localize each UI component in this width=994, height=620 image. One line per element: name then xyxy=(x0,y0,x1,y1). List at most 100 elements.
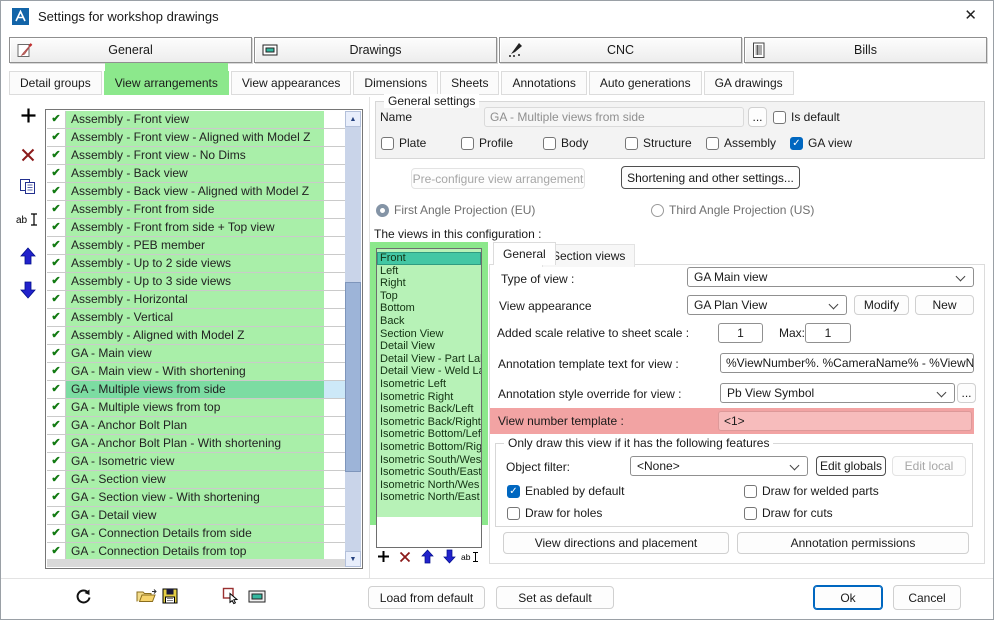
arrangement-list-item[interactable]: ✔ Assembly - Front from side xyxy=(47,201,345,219)
scroll-up-icon[interactable]: ▲ xyxy=(345,111,361,127)
checked-cell[interactable]: ✔ xyxy=(47,255,66,272)
view-item[interactable]: Isometric North/Wes xyxy=(377,479,481,492)
arrangement-list-item[interactable]: ✔ GA - Section view xyxy=(47,471,345,489)
checked-cell[interactable]: ✔ xyxy=(47,345,66,362)
checked-cell[interactable]: ✔ xyxy=(47,201,66,218)
arrangement-list-item[interactable]: ✔ GA - Connection Details from side xyxy=(47,525,345,543)
view-item[interactable]: Section View xyxy=(377,328,481,341)
arrangement-list-item[interactable]: ✔ GA - Multiple views from side xyxy=(47,381,345,399)
name-browse-button[interactable]: ... xyxy=(748,107,767,127)
radio-button[interactable] xyxy=(651,204,664,217)
view-number-template-input[interactable]: <1> xyxy=(718,411,972,431)
draw-for-holes-checkbox[interactable]: Draw for holes xyxy=(507,506,602,520)
checked-cell[interactable]: ✔ xyxy=(47,237,66,254)
modify-button[interactable]: Modify xyxy=(854,295,909,315)
annotation-permissions-button[interactable]: Annotation permissions xyxy=(737,532,969,554)
annotation-style-browse-button[interactable]: ... xyxy=(957,383,976,403)
enabled-by-default-checkbox[interactable]: Enabled by default xyxy=(507,484,624,498)
body-checkbox[interactable]: Body xyxy=(543,136,588,150)
checked-cell[interactable]: ✔ xyxy=(47,327,66,344)
sub-tab[interactable]: Dimensions xyxy=(353,71,438,95)
sub-tab[interactable]: Auto generations xyxy=(589,71,702,95)
checked-cell[interactable]: ✔ xyxy=(47,147,66,164)
view-delete-icon[interactable] xyxy=(399,551,411,563)
arrangement-list-item[interactable]: ✔ Assembly - Front view xyxy=(47,111,345,129)
type-of-view-select[interactable]: GA Main view xyxy=(687,267,974,287)
object-filter-select[interactable]: <None> xyxy=(630,456,808,476)
view-item[interactable]: Right xyxy=(377,277,481,290)
checkbox-box[interactable] xyxy=(744,507,757,520)
tab-bills[interactable]: Bills xyxy=(744,37,987,63)
tab-drawings[interactable]: Drawings xyxy=(254,37,497,63)
arrangement-list-item[interactable]: ✔ Assembly - Front view - No Dims xyxy=(47,147,345,165)
tab-cnc[interactable]: CNC xyxy=(499,37,742,63)
checkbox-box[interactable] xyxy=(507,485,520,498)
checked-cell[interactable]: ✔ xyxy=(47,507,66,524)
arrangement-list-item[interactable]: ✔ Assembly - Vertical xyxy=(47,309,345,327)
view-item[interactable]: Bottom xyxy=(377,302,481,315)
arrangement-list-item[interactable]: ✔ Assembly - Horizontal xyxy=(47,291,345,309)
view-item[interactable]: Isometric Left xyxy=(377,378,481,391)
move-up-icon[interactable] xyxy=(20,247,36,265)
max-scale-input[interactable]: 1 xyxy=(805,323,851,343)
arrangement-list-item[interactable]: ✔ Assembly - PEB member xyxy=(47,237,345,255)
refresh-icon[interactable] xyxy=(74,587,93,606)
arrangement-list-item[interactable]: ✔ GA - Anchor Bolt Plan xyxy=(47,417,345,435)
view-appearance-select[interactable]: GA Plan View xyxy=(687,295,847,315)
is-default-checkbox[interactable]: Is default xyxy=(773,110,840,124)
checkbox-box[interactable] xyxy=(706,137,719,150)
name-field[interactable]: GA - Multiple views from side xyxy=(484,107,744,127)
checked-cell[interactable]: ✔ xyxy=(47,453,66,470)
checkbox-box[interactable] xyxy=(744,485,757,498)
structure-checkbox[interactable]: Structure xyxy=(625,136,692,150)
view-item[interactable]: Isometric Back/Left xyxy=(377,403,481,416)
set-as-default-button[interactable]: Set as default xyxy=(496,586,614,609)
move-down-icon[interactable] xyxy=(20,281,36,299)
view-item[interactable]: Isometric North/East xyxy=(377,491,481,504)
view-item[interactable]: Top xyxy=(377,290,481,303)
new-button[interactable]: New xyxy=(915,295,974,315)
view-item[interactable]: Detail View - Part Lab xyxy=(377,353,481,366)
copy-icon[interactable] xyxy=(19,178,37,195)
checked-cell[interactable]: ✔ xyxy=(47,291,66,308)
first-angle-radio[interactable]: First Angle Projection (EU) xyxy=(376,203,535,217)
cancel-button[interactable]: Cancel xyxy=(893,585,961,610)
draw-welded-parts-checkbox[interactable]: Draw for welded parts xyxy=(744,484,879,498)
checked-cell[interactable]: ✔ xyxy=(47,381,66,398)
ok-button[interactable]: Ok xyxy=(813,585,883,610)
checked-cell[interactable]: ✔ xyxy=(47,309,66,326)
scroll-down-icon[interactable]: ▼ xyxy=(345,551,361,567)
third-angle-radio[interactable]: Third Angle Projection (US) xyxy=(651,203,814,217)
checkbox-box[interactable] xyxy=(381,137,394,150)
view-item[interactable]: Front xyxy=(377,252,481,265)
delete-icon[interactable] xyxy=(20,147,36,163)
added-scale-input[interactable]: 1 xyxy=(718,323,763,343)
view-down-icon[interactable] xyxy=(443,549,456,564)
view-item[interactable]: Isometric Back/Right xyxy=(377,416,481,429)
checked-cell[interactable]: ✔ xyxy=(47,165,66,182)
checked-cell[interactable]: ✔ xyxy=(47,219,66,236)
arrangement-list-item[interactable]: ✔ GA - Main view - With shortening xyxy=(47,363,345,381)
arrangement-list-item[interactable]: ✔ GA - Section view - With shortening xyxy=(47,489,345,507)
arrangement-list-item[interactable]: ✔ Assembly - Back view - Aligned with Mo… xyxy=(47,183,345,201)
display-settings-icon[interactable] xyxy=(248,590,266,603)
draw-for-cuts-checkbox[interactable]: Draw for cuts xyxy=(744,506,833,520)
arrangement-list-item[interactable]: ✔ Assembly - Up to 3 side views xyxy=(47,273,345,291)
checkbox-box[interactable] xyxy=(461,137,474,150)
vertical-scrollbar[interactable]: ▲ ▼ xyxy=(345,111,361,567)
checkbox-box[interactable] xyxy=(543,137,556,150)
view-item[interactable]: Isometric South/Wes xyxy=(377,454,481,467)
checked-cell[interactable]: ✔ xyxy=(47,363,66,380)
arrangement-list-item[interactable]: ✔ Assembly - Front from side + Top view xyxy=(47,219,345,237)
checked-cell[interactable]: ✔ xyxy=(47,273,66,290)
sub-tab[interactable]: View arrangements xyxy=(104,71,229,95)
sub-tab[interactable]: Detail groups xyxy=(9,71,102,95)
sub-tab[interactable]: Annotations xyxy=(501,71,586,95)
arrangement-list-item[interactable]: ✔ Assembly - Aligned with Model Z xyxy=(47,327,345,345)
sub-tab[interactable]: Sheets xyxy=(440,71,499,95)
arrangement-list-item[interactable]: ✔ Assembly - Front view - Aligned with M… xyxy=(47,129,345,147)
checked-cell[interactable]: ✔ xyxy=(47,543,66,560)
view-item[interactable]: Back xyxy=(377,315,481,328)
view-item[interactable]: Isometric Bottom/Lef xyxy=(377,428,481,441)
radio-button[interactable] xyxy=(376,204,389,217)
